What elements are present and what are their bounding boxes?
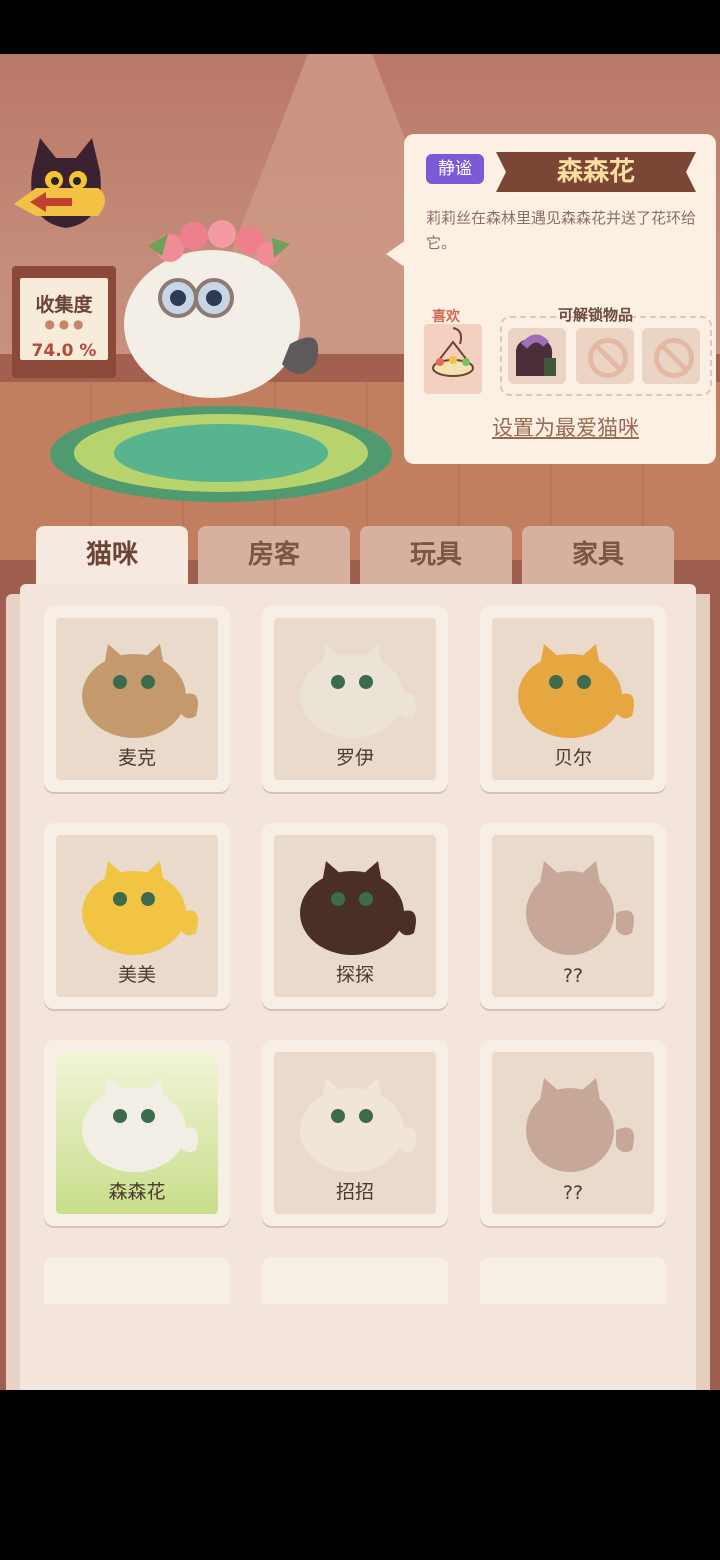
cat-grid: 麦克 罗伊 贝尔美美 探探?? 森森花 招招?? [44, 606, 674, 1304]
unlock-item-slot[interactable] [508, 328, 566, 384]
cat-name-label: 罗伊 [335, 747, 374, 769]
cat-info-panel: 静谧 森森花 莉莉丝在森林里遇见森森花并送了花环给它。 喜欢 可解锁物品 设置为… [404, 134, 716, 464]
cat-card[interactable]: 麦克 [44, 606, 230, 792]
collection-value: 74.0 % [31, 341, 97, 361]
cat-silhouette-icon [526, 861, 634, 955]
cat-name-label: ?? [562, 1182, 584, 1204]
locked-cat-card[interactable]: ?? [480, 1040, 666, 1226]
hanging-basket-icon [432, 327, 474, 377]
rug-center [114, 424, 328, 482]
tab-toys[interactable]: 玩具 [360, 526, 512, 586]
unlock-label: 可解锁物品 [558, 306, 634, 324]
locked-item-slot [576, 328, 634, 384]
cat-card[interactable]: 美美 [44, 823, 230, 1009]
cat-portrait-icon [518, 644, 634, 738]
cat-name-label: 麦克 [117, 747, 156, 769]
game-screen: 收集度 ● ● ● 74.0 % 静谧 森森花 莉莉丝在森林里遇见森森花并送了花… [0, 54, 720, 1390]
paw-icon: ● ● ● [44, 317, 84, 331]
flower-crown-cat-icon [124, 220, 319, 398]
cat-name-banner: 森森花 [496, 152, 696, 192]
back-button[interactable] [12, 132, 122, 252]
cat-portrait-icon [82, 1078, 198, 1172]
cat-name-label: 贝尔 [553, 747, 592, 769]
cat-portrait-icon [82, 861, 198, 955]
set-favorite-link[interactable]: 设置为最爱猫咪 [492, 412, 639, 442]
cat-name-label: 探探 [335, 964, 374, 986]
cat-card[interactable]: 招招 [262, 1040, 448, 1226]
cat-name-label: 森森花 [108, 1181, 166, 1203]
collection-paper: 收集度 ● ● ● 74.0 % [20, 278, 108, 361]
locked-item-slot [642, 328, 700, 384]
cat-portrait-icon [300, 644, 416, 738]
tab-tenants[interactable]: 房客 [198, 526, 350, 586]
info-panel-pointer [386, 240, 406, 268]
cat-name-label: ?? [562, 965, 584, 987]
plant-pot-icon [516, 334, 556, 376]
collection-card: 收集度 ● ● ● 74.0 % [12, 266, 116, 378]
featured-cat[interactable] [112, 194, 332, 404]
cat-silhouette-icon [526, 1078, 634, 1172]
tab-furniture[interactable]: 家具 [522, 526, 674, 586]
cat-card[interactable] [480, 1257, 666, 1304]
like-label: 喜欢 [432, 309, 460, 325]
back-arrow-fish-icon [14, 138, 105, 228]
cat-portrait-icon [300, 1078, 416, 1172]
cat-name-label: 美美 [117, 964, 156, 986]
category-tabs: 猫咪 房客 玩具 家具 [36, 526, 696, 598]
locked-cat-card[interactable]: ?? [480, 823, 666, 1009]
cat-card[interactable]: 贝尔 [480, 606, 666, 792]
collection-label: 收集度 [35, 294, 93, 316]
cat-card[interactable]: 森森花 [44, 1040, 230, 1226]
cat-card[interactable]: 探探 [262, 823, 448, 1009]
liked-item [424, 324, 482, 394]
personality-tag: 静谧 [426, 154, 484, 184]
cat-card[interactable] [262, 1257, 448, 1304]
prohibited-icon [654, 338, 694, 378]
cat-name-label: 招招 [335, 1181, 374, 1203]
cat-description: 莉莉丝在森林里遇见森森花并送了花环给它。 [426, 209, 697, 252]
cat-card[interactable] [44, 1257, 230, 1304]
cat-portrait-icon [82, 644, 198, 738]
cat-portrait-icon [300, 861, 416, 955]
cat-card[interactable]: 罗伊 [262, 606, 448, 792]
prohibited-icon [588, 338, 628, 378]
